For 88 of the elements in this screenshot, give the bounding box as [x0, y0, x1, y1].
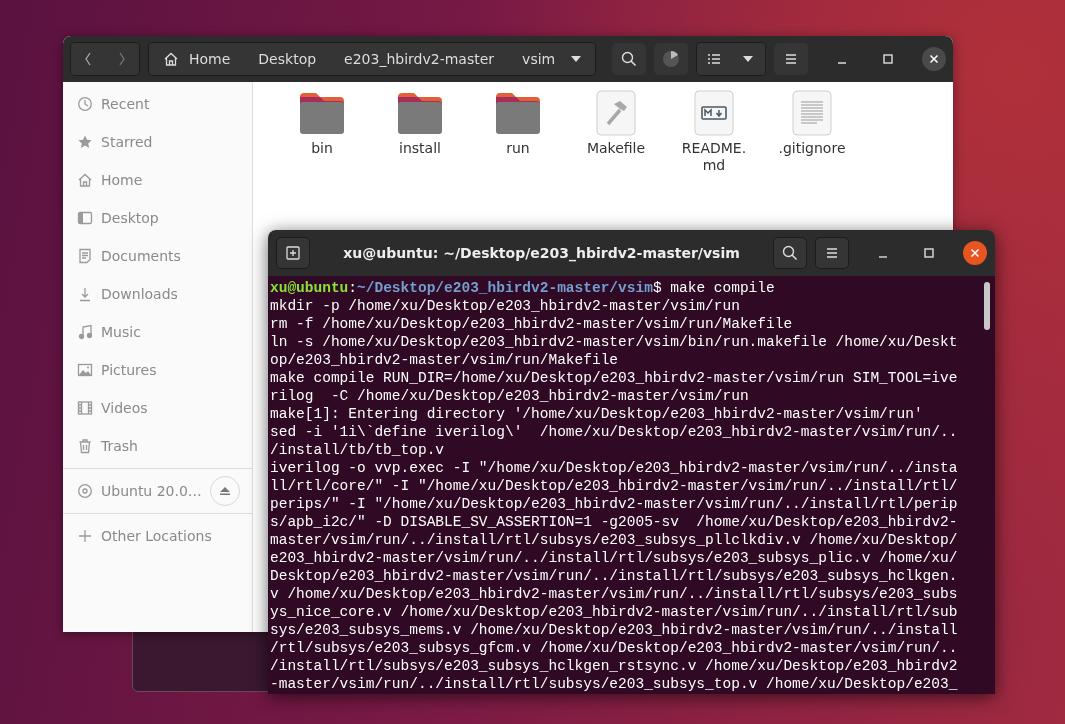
- terminal-line: sed -i '1i\`define iverilog\' /home/xu/Desktop/e203_hbirdv2-master/vsim/run/..: [270, 423, 959, 441]
- sidebar-item[interactable]: Pictures: [63, 351, 252, 389]
- music-icon: [77, 324, 93, 340]
- terminal-line: Desktop/e203_hbirdv2-master/vsim/run/../install/rtl/subsys/e203_subsys_hclkgen.: [270, 567, 959, 585]
- sidebar-item[interactable]: Downloads: [63, 275, 252, 313]
- close-icon: [929, 54, 939, 64]
- back-icon: [83, 51, 93, 67]
- folder-icon: [396, 90, 444, 136]
- pictures-icon: [77, 362, 93, 378]
- menu-icon: [825, 247, 839, 259]
- sidebar-item[interactable]: Home: [63, 161, 252, 199]
- terminal-line: make compile RUN_DIR=/home/xu/Desktop/e203_hbirdv2-master/vsim/run SIM_TOOL=ive: [270, 369, 959, 387]
- terminal-line: op/e203_hbirdv2-master/vsim/run/Makefile: [270, 351, 620, 369]
- text-file-icon: [792, 90, 832, 136]
- terminal-line: mkdir -p /home/xu/Desktop/e203_hbirdv2-master/vsim/run: [270, 297, 741, 315]
- eject-button[interactable]: [209, 476, 240, 506]
- caret-icon: [571, 56, 581, 62]
- terminal-line: /install/tb/tb_top.v: [270, 441, 446, 459]
- folder-icon: [298, 90, 346, 136]
- caret-icon: [743, 56, 753, 62]
- disk-usage-button[interactable]: [654, 43, 688, 75]
- list-icon: [707, 53, 721, 65]
- sidebar-item[interactable]: Music: [63, 313, 252, 351]
- sidebar-item[interactable]: Videos: [63, 389, 252, 427]
- new-tab-icon: [286, 246, 300, 260]
- maximize-icon: [924, 248, 934, 258]
- menu-button[interactable]: [774, 43, 808, 75]
- terminal-line: ys_nice_core.v /home/xu/Desktop/e203_hbirdv2-master/vsim/run/../install/rtl/sub: [270, 603, 959, 621]
- terminal-line: ll/rtl/core/" -I "/home/xu/Desktop/e203_hbirdv2-master/vsim/run/../install/rtl/: [270, 477, 959, 495]
- file-item[interactable]: .gitignore: [763, 90, 861, 157]
- terminal-line: v /home/xu/Desktop/e203_hbirdv2-master/vsim/run/../install/rtl/subsys/e203_subs: [270, 585, 959, 603]
- home-icon: [77, 172, 93, 188]
- recent-icon: [77, 96, 93, 112]
- new-tab-button[interactable]: [276, 237, 310, 269]
- terminal-line: -master/vsim/run/../install/rtl/subsys/e203_subsys_top.v /home/xu/Desktop/e203_: [270, 675, 959, 693]
- search-button[interactable]: [773, 237, 807, 269]
- terminal-prompt: xu@ubuntu:~/Desktop/e203_hbirdv2-master/vsim$ make compile: [270, 279, 776, 297]
- home-icon: [163, 51, 179, 67]
- terminal-line: iverilog -o vvp.exec -I "/home/xu/Desktop/e203_hbirdv2-master/vsim/run/../insta: [270, 459, 959, 477]
- downloads-icon: [77, 286, 93, 302]
- markdown-file-icon: [694, 90, 734, 136]
- minimize-icon: [838, 62, 846, 64]
- file-item[interactable]: bin: [273, 90, 371, 157]
- videos-icon: [77, 400, 93, 416]
- scrollbar-thumb[interactable]: [984, 282, 990, 330]
- sidebar-item[interactable]: Recent: [63, 85, 252, 123]
- sidebar-item[interactable]: Other Locations: [63, 517, 252, 555]
- menu-icon: [784, 53, 798, 65]
- sidebar-item[interactable]: Ubuntu 20.0…: [63, 472, 252, 510]
- maximize-icon: [883, 54, 893, 64]
- sidebar-item[interactable]: Starred: [63, 123, 252, 161]
- sidebar-item[interactable]: Desktop: [63, 199, 252, 237]
- file-item[interactable]: run: [469, 90, 567, 157]
- window-title: xu@ubuntu: ~/Desktop/e203_hbirdv2-master/vsim: [342, 245, 741, 261]
- search-button[interactable]: [612, 43, 646, 75]
- documents-icon: [77, 248, 93, 264]
- close-icon: [970, 248, 980, 258]
- search-icon: [621, 51, 637, 67]
- desktop-icon: [77, 210, 93, 226]
- search-icon: [782, 245, 798, 261]
- file-item[interactable]: Makefile: [567, 90, 665, 157]
- trash-icon: [77, 438, 93, 454]
- forward-icon: [117, 51, 127, 67]
- terminal-line: rilog -C /home/xu/Desktop/e203_hbirdv2-master/vsim/run: [270, 387, 750, 405]
- terminal-line: /install/rtl/subsys/e203_subsys_hclkgen_rstsync.v /home/xu/Desktop/e203_hbirdv2: [270, 657, 959, 675]
- terminal-line: perips/" -I "/home/xu/Desktop/e203_hbirdv2-master/vsim/run/../install/rtl/perip: [270, 495, 959, 513]
- terminal-line: master/vsim/run/../install/rtl/subsys/e203_subsys_pllclkdiv.v /home/xu/Desktop/: [270, 531, 959, 549]
- terminal-line: e203_hbirdv2-master/vsim/run/../install/rtl/subsys/e203_subsys_plic.v /home/xu/: [270, 549, 959, 567]
- terminal-line: s/apb_i2c/" -D DISABLE_SV_ASSERTION=1 -g2005-sv /home/xu/Desktop/e203_hbirdv2-: [270, 513, 959, 531]
- close-button[interactable]: [963, 241, 987, 265]
- menu-button[interactable]: [815, 237, 849, 269]
- close-button[interactable]: [922, 47, 946, 71]
- sidebar-item[interactable]: Trash: [63, 427, 252, 465]
- disc-icon: [77, 483, 93, 499]
- hammer-file-icon: [596, 90, 636, 136]
- terminal-line: make[1]: Entering directory '/home/xu/Desktop/e203_hbirdv2-master/vsim/run': [270, 405, 924, 423]
- terminal-line: rm -f /home/xu/Desktop/e203_hbirdv2-master/vsim/run/Makefile: [270, 315, 794, 333]
- sidebar-item[interactable]: Documents: [63, 237, 252, 275]
- pie-chart-icon: [662, 50, 680, 68]
- file-item[interactable]: README.md: [665, 90, 763, 174]
- terminal-line: sys/e203_subsys_mems.v /home/xu/Desktop/e203_hbirdv2-master/vsim/run/../install: [270, 621, 959, 639]
- file-item[interactable]: install: [371, 90, 469, 157]
- terminal-line: /rtl/subsys/e203_subsys_gfcm.v /home/xu/Desktop/e203_hbirdv2-master/vsim/run/..: [270, 639, 959, 657]
- folder-icon: [494, 90, 542, 136]
- terminal-line: ln -s /home/xu/Desktop/e203_hbirdv2-master/vsim/bin/run.makefile /home/xu/Deskt: [270, 333, 959, 351]
- minimize-icon: [879, 256, 887, 258]
- starred-icon: [77, 134, 93, 150]
- eject-icon: [219, 487, 230, 495]
